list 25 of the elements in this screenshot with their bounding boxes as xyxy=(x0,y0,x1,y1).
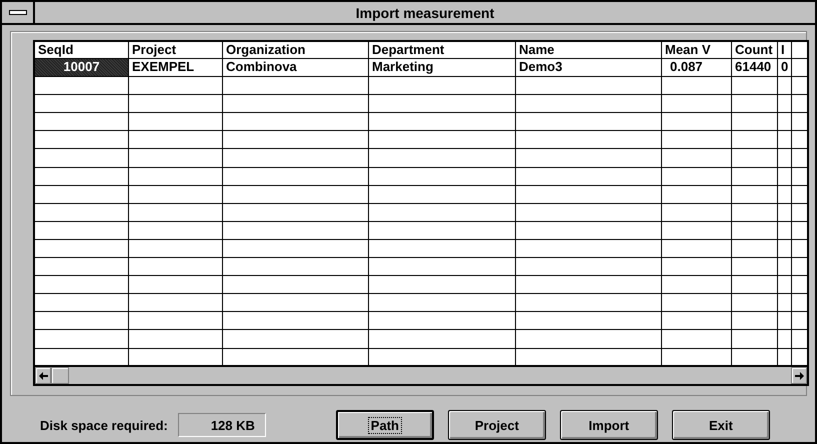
disk-space-label: Disk space required: xyxy=(40,418,168,432)
column-header[interactable]: SeqId xyxy=(35,42,129,58)
table-cell[interactable]: Combinova xyxy=(223,59,369,76)
window-title: Import measurement xyxy=(354,4,496,20)
scroll-thumb[interactable] xyxy=(51,367,69,384)
column-header[interactable]: Name xyxy=(516,42,662,58)
table-cell[interactable]: 0.087 xyxy=(662,59,732,76)
dialog-button[interactable]: Import xyxy=(560,410,658,440)
dialog-button[interactable]: Exit xyxy=(672,410,770,440)
table-cell[interactable]: 0 xyxy=(778,59,792,76)
table-cell[interactable]: Marketing xyxy=(369,59,516,76)
table-cell[interactable]: 10007 xyxy=(35,59,129,76)
column-header[interactable]: I xyxy=(778,42,792,58)
column-header[interactable]: Organization xyxy=(223,42,369,58)
table-cell[interactable]: Demo3 xyxy=(516,59,662,76)
dialog-button[interactable]: Path xyxy=(336,410,434,440)
table-cell[interactable]: 61440 xyxy=(732,59,778,76)
column-header[interactable]: Project xyxy=(129,42,223,58)
column-header[interactable]: Count xyxy=(732,42,778,58)
column-header[interactable]: Mean V xyxy=(662,42,732,58)
column-header[interactable]: Department xyxy=(369,42,516,58)
dialog-button[interactable]: Project xyxy=(448,410,546,440)
horizontal-scrollbar[interactable] xyxy=(35,365,807,384)
table-cell[interactable]: EXEMPEL xyxy=(129,59,223,76)
disk-space-value: 128 KB xyxy=(178,413,266,437)
